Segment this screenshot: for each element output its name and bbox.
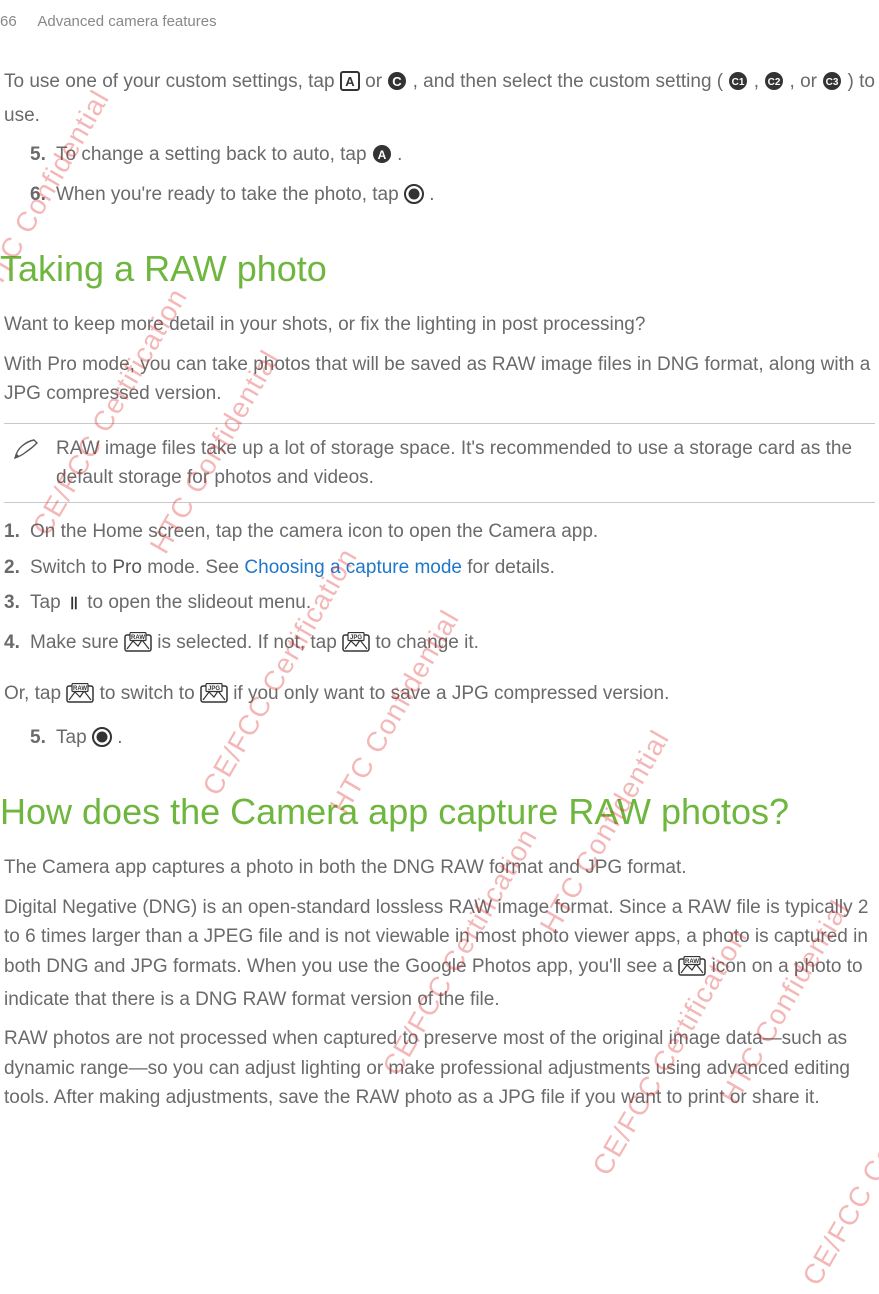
step-text: To change a setting back to auto, tap A … [56, 140, 402, 173]
text-span: mode. See [142, 557, 244, 578]
svg-text:C2: C2 [768, 77, 781, 88]
text-span: Make sure [30, 632, 124, 653]
step-text: On the Home screen, tap the camera icon … [30, 517, 598, 546]
step-text: Make sure RAW is selected. If not, tap J… [30, 628, 479, 661]
text-span: for details. [462, 557, 555, 578]
a-box-icon: A [340, 71, 360, 100]
list-item: 5. To change a setting back to auto, tap… [30, 140, 879, 173]
text-span: When you're ready to take the photo, tap [56, 184, 404, 205]
step-number: 4. [4, 628, 30, 661]
svg-text:JPG: JPG [208, 686, 220, 692]
pro-mode-label: Pro [112, 557, 142, 578]
text-span: To use one of your custom settings, tap [4, 71, 340, 92]
paragraph-pro-mode: With Pro mode, you can take photos that … [4, 350, 875, 409]
text-span: , and then select the custom setting ( [413, 71, 724, 92]
ordered-list-3: 5. Tap . [30, 723, 879, 756]
svg-text:C1: C1 [732, 77, 745, 88]
text-span: or [365, 71, 387, 92]
text-span: . [429, 184, 434, 205]
step-number: 1. [4, 517, 30, 546]
text-span: To change a setting back to auto, tap [56, 144, 372, 165]
step-text: When you're ready to take the photo, tap… [56, 180, 435, 213]
list-item: 4. Make sure RAW is selected. If not, ta… [4, 628, 879, 661]
text-span: , or [790, 71, 823, 92]
jpg-image-icon: JPG [200, 683, 228, 712]
svg-text:RAW: RAW [73, 686, 87, 692]
raw-image-icon: RAW [678, 956, 706, 985]
note-box: RAW image files take up a lot of storage… [4, 423, 875, 504]
c-circle-icon: C [387, 71, 407, 100]
jpg-image-icon: JPG [342, 632, 370, 661]
list-item: 2. Switch to Pro mode. See Choosing a ca… [4, 553, 879, 582]
text-span: to switch to [100, 683, 200, 704]
ordered-list-2: 1. On the Home screen, tap the camera ic… [4, 517, 879, 661]
text-span: to change it. [375, 632, 479, 653]
text-span: . [117, 727, 122, 748]
step-number: 3. [4, 588, 30, 621]
page-number: 66 [0, 10, 34, 33]
list-item: 3. Tap to open the slideout menu. [4, 588, 879, 621]
svg-text:JPG: JPG [350, 635, 362, 641]
text-span: Tap [56, 727, 92, 748]
c2-circle-icon: C2 [764, 71, 784, 100]
section-heading-camera-capture: How does the Camera app capture RAW phot… [0, 790, 879, 833]
choosing-capture-mode-link[interactable]: Choosing a capture mode [244, 557, 462, 578]
text-span: . [397, 144, 402, 165]
text-span: is selected. If not, tap [157, 632, 342, 653]
text-span: Tap [30, 592, 66, 613]
text-span: Switch to [30, 557, 112, 578]
paragraph-raw-intro: Want to keep more detail in your shots, … [4, 310, 875, 339]
svg-text:A: A [345, 74, 355, 89]
ordered-list-1: 5. To change a setting back to auto, tap… [30, 140, 879, 213]
text-span: Or, tap [4, 683, 66, 704]
pencil-icon [12, 436, 42, 471]
paragraph-custom-settings: To use one of your custom settings, tap … [4, 67, 875, 130]
paragraph-or-switch: Or, tap RAW to switch to JPG if you only… [4, 679, 875, 712]
paragraph-dng: Digital Negative (DNG) is an open-standa… [4, 893, 875, 1015]
svg-text:A: A [378, 148, 387, 162]
slideout-handle-icon [66, 592, 82, 621]
step-text: Switch to Pro mode. See Choosing a captu… [30, 553, 555, 582]
paragraph-not-processed: RAW photos are not processed when captur… [4, 1024, 875, 1112]
svg-text:C: C [393, 74, 403, 89]
text-span: , [754, 71, 765, 92]
step-text: Tap . [56, 723, 122, 756]
text-span: to open the slideout menu. [87, 592, 311, 613]
list-item: 1. On the Home screen, tap the camera ic… [4, 517, 879, 546]
raw-image-icon: RAW [124, 632, 152, 661]
step-number: 2. [4, 553, 30, 582]
step-text: Tap to open the slideout menu. [30, 588, 311, 621]
step-number: 5. [30, 723, 56, 756]
list-item: 5. Tap . [30, 723, 879, 756]
raw-image-icon: RAW [66, 683, 94, 712]
list-item: 6. When you're ready to take the photo, … [30, 180, 879, 213]
c3-circle-icon: C3 [822, 71, 842, 100]
step-number: 5. [30, 140, 56, 173]
step-number: 6. [30, 180, 56, 213]
c1-circle-icon: C1 [728, 71, 748, 100]
shutter-circle-icon [92, 727, 112, 756]
paragraph-formats: The Camera app captures a photo in both … [4, 853, 875, 882]
text-span: if you only want to save a JPG compresse… [233, 683, 669, 704]
chapter-title: Advanced camera features [37, 13, 216, 30]
svg-text:RAW: RAW [131, 635, 145, 641]
a-circle-icon: A [372, 144, 392, 173]
section-heading-raw-photo: Taking a RAW photo [0, 247, 879, 290]
svg-text:C3: C3 [826, 77, 839, 88]
note-text: RAW image files take up a lot of storage… [56, 434, 867, 493]
shutter-circle-icon [404, 184, 424, 213]
svg-text:RAW: RAW [685, 959, 699, 965]
page-header: 66 Advanced camera features [0, 10, 879, 33]
